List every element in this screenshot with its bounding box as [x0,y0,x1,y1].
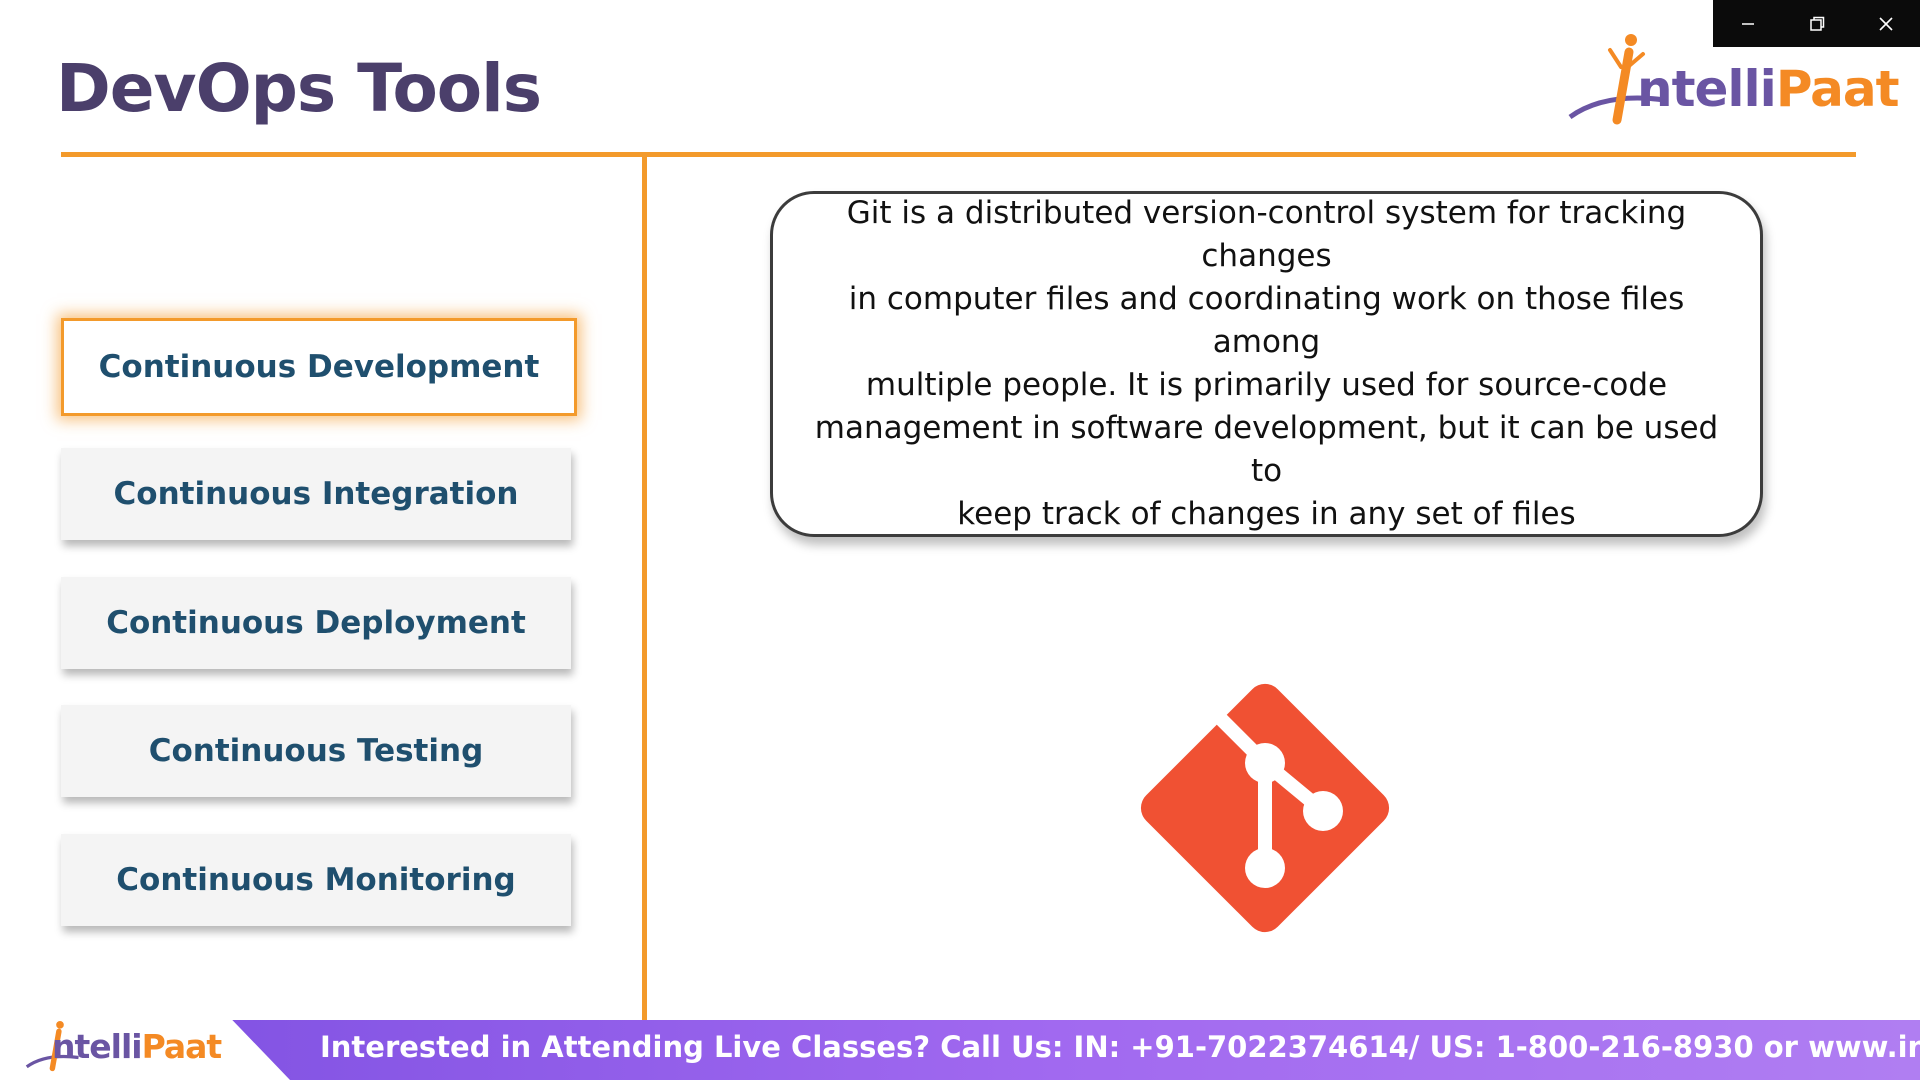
continuous-integration-button[interactable]: Continuous Integration [61,448,571,540]
stage-label: Continuous Testing [148,733,484,769]
description-line: keep track of changes in any set of file… [957,496,1576,532]
stage-label: Continuous Monitoring [116,862,516,898]
logo-wordmark: ntelliPaat [1637,60,1900,118]
vertical-divider [642,155,647,1025]
logo-part-intelli: ntelli [52,1027,143,1066]
close-button[interactable] [1866,4,1906,44]
header-divider [61,152,1856,157]
description-line: in computer files and coordinating work … [848,281,1685,360]
continuous-deployment-button[interactable]: Continuous Deployment [61,577,571,669]
continuous-testing-button[interactable]: Continuous Testing [61,705,571,797]
continuous-development-button[interactable]: Continuous Development [61,318,577,416]
logo-part-intelli: ntelli [1637,60,1777,118]
tool-description-card: Git is a distributed version-control sys… [770,191,1763,537]
stage-label: Continuous Integration [113,476,519,512]
stage-label: Continuous Development [98,349,540,385]
stage-label: Continuous Deployment [106,605,526,641]
slide-title: DevOps Tools [56,50,542,127]
description-line: Git is a distributed version-control sys… [846,195,1687,274]
banner-text[interactable]: Interested in Attending Live Classes? Ca… [320,1030,1920,1064]
banner-logo-wordmark: ntelliPaat [52,1027,223,1066]
close-icon [1878,16,1893,31]
logo-part-paat: Paat [1775,60,1900,118]
tool-description: Git is a distributed version-control sys… [809,192,1724,536]
logo-part-paat: Paat [141,1027,223,1066]
git-logo-icon [1140,683,1390,933]
slide: DevOps Tools ntelliPaat Continuous Devel… [0,0,1920,1080]
intellipaat-logo: ntelliPaat [1565,22,1900,132]
description-line: multiple people. It is primarily used fo… [865,367,1668,403]
continuous-monitoring-button[interactable]: Continuous Monitoring [61,834,571,926]
description-line: management in software development, but … [814,410,1719,489]
